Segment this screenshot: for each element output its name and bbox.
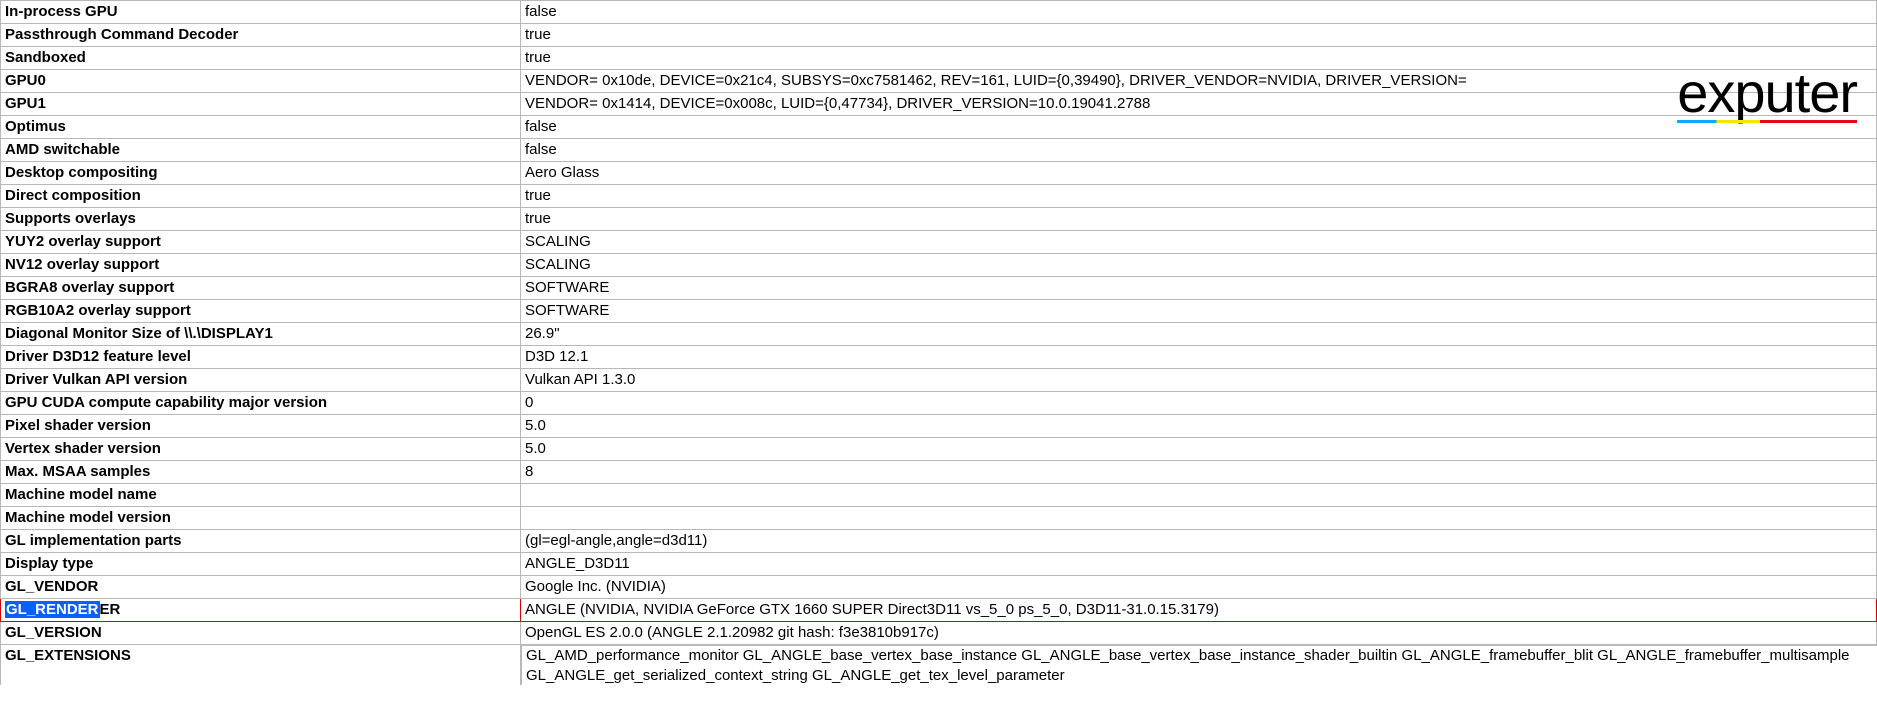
row-value: OpenGL ES 2.0.0 (ANGLE 2.1.20982 git has… (521, 622, 1877, 645)
row-value: false (521, 1, 1877, 24)
row-key: Desktop compositing (1, 162, 521, 185)
table-row: GPU CUDA compute capability major versio… (1, 392, 1877, 415)
table-row: GL_VENDORGoogle Inc. (NVIDIA) (1, 576, 1877, 599)
row-key: Driver Vulkan API version (1, 369, 521, 392)
row-key: BGRA8 overlay support (1, 277, 521, 300)
row-value: ANGLE_D3D11 (521, 553, 1877, 576)
row-key: Diagonal Monitor Size of \\.\DISPLAY1 (1, 323, 521, 346)
table-row: Driver Vulkan API versionVulkan API 1.3.… (1, 369, 1877, 392)
table-row: Supports overlaystrue (1, 208, 1877, 231)
row-value: (gl=egl-angle,angle=d3d11) (521, 530, 1877, 553)
row-value: Google Inc. (NVIDIA) (521, 576, 1877, 599)
table-row: Optimusfalse (1, 116, 1877, 139)
row-key: YUY2 overlay support (1, 231, 521, 254)
row-value: ANGLE (NVIDIA, NVIDIA GeForce GTX 1660 S… (521, 599, 1877, 622)
row-value: true (521, 24, 1877, 47)
row-key: Passthrough Command Decoder (1, 24, 521, 47)
row-key: GPU1 (1, 93, 521, 116)
row-value: SCALING (521, 254, 1877, 277)
selected-text: GL_RENDER (5, 601, 100, 618)
row-key: Optimus (1, 116, 521, 139)
table-row: Max. MSAA samples8 (1, 461, 1877, 484)
row-value: true (521, 47, 1877, 70)
row-value: 5.0 (521, 438, 1877, 461)
row-key: GL implementation parts (1, 530, 521, 553)
row-value (521, 484, 1877, 507)
table-row: Driver D3D12 feature levelD3D 12.1 (1, 346, 1877, 369)
table-row: Desktop compositingAero Glass (1, 162, 1877, 185)
row-value: 0 (521, 392, 1877, 415)
row-value: SOFTWARE (521, 300, 1877, 323)
table-row: Vertex shader version5.0 (1, 438, 1877, 461)
row-value: true (521, 208, 1877, 231)
row-key: Machine model version (1, 507, 521, 530)
table-row: Diagonal Monitor Size of \\.\DISPLAY126.… (1, 323, 1877, 346)
table-row: YUY2 overlay supportSCALING (1, 231, 1877, 254)
row-value: VENDOR= 0x1414, DEVICE=0x008c, LUID={0,4… (521, 93, 1877, 116)
row-key: Vertex shader version (1, 438, 521, 461)
row-value: false (521, 139, 1877, 162)
table-row: BGRA8 overlay supportSOFTWARE (1, 277, 1877, 300)
table-row: Machine model version (1, 507, 1877, 530)
row-value: Aero Glass (521, 162, 1877, 185)
row-value: GL_AMD_performance_monitor GL_ANGLE_base… (521, 645, 1877, 685)
row-key: Direct composition (1, 185, 521, 208)
table-row: Passthrough Command Decodertrue (1, 24, 1877, 47)
table-row: In-process GPUfalse (1, 1, 1877, 24)
row-key: Max. MSAA samples (1, 461, 521, 484)
row-key: Supports overlays (1, 208, 521, 231)
row-value: 8 (521, 461, 1877, 484)
table-row: GPU1VENDOR= 0x1414, DEVICE=0x008c, LUID=… (1, 93, 1877, 116)
row-key: RGB10A2 overlay support (1, 300, 521, 323)
row-key: GL_EXTENSIONS (1, 645, 521, 686)
table-row: GL_RENDERERANGLE (NVIDIA, NVIDIA GeForce… (1, 599, 1877, 622)
row-value: SOFTWARE (521, 277, 1877, 300)
table-row: Display typeANGLE_D3D11 (1, 553, 1877, 576)
row-key: Sandboxed (1, 47, 521, 70)
row-key: NV12 overlay support (1, 254, 521, 277)
row-value: Vulkan API 1.3.0 (521, 369, 1877, 392)
row-key: GPU CUDA compute capability major versio… (1, 392, 521, 415)
row-key: Display type (1, 553, 521, 576)
table-row: GL_VERSIONOpenGL ES 2.0.0 (ANGLE 2.1.209… (1, 622, 1877, 645)
row-key: GPU0 (1, 70, 521, 93)
table-row: Sandboxedtrue (1, 47, 1877, 70)
row-value: 26.9" (521, 323, 1877, 346)
table-row: Machine model name (1, 484, 1877, 507)
row-key-rest: ER (100, 601, 121, 618)
row-value: 5.0 (521, 415, 1877, 438)
table-row: GL implementation parts(gl=egl-angle,ang… (1, 530, 1877, 553)
table-row: NV12 overlay supportSCALING (1, 254, 1877, 277)
row-value: false (521, 116, 1877, 139)
row-value: SCALING (521, 231, 1877, 254)
row-key: Driver D3D12 feature level (1, 346, 521, 369)
table-row: GPU0VENDOR= 0x10de, DEVICE=0x21c4, SUBSY… (1, 70, 1877, 93)
table-row: Pixel shader version5.0 (1, 415, 1877, 438)
row-value (521, 507, 1877, 530)
row-key: AMD switchable (1, 139, 521, 162)
table-row: AMD switchablefalse (1, 139, 1877, 162)
row-key: Pixel shader version (1, 415, 521, 438)
row-key: GL_VERSION (1, 622, 521, 645)
row-value: true (521, 185, 1877, 208)
row-value: D3D 12.1 (521, 346, 1877, 369)
table-row: GL_EXTENSIONSGL_AMD_performance_monitor … (1, 645, 1877, 686)
gpu-info-table: In-process GPUfalsePassthrough Command D… (0, 0, 1877, 685)
row-key: GL_RENDERER (1, 599, 521, 622)
table-row: Direct compositiontrue (1, 185, 1877, 208)
table-row: RGB10A2 overlay supportSOFTWARE (1, 300, 1877, 323)
row-key: GL_VENDOR (1, 576, 521, 599)
row-key: Machine model name (1, 484, 521, 507)
row-key: In-process GPU (1, 1, 521, 24)
row-value: VENDOR= 0x10de, DEVICE=0x21c4, SUBSYS=0x… (521, 70, 1877, 93)
